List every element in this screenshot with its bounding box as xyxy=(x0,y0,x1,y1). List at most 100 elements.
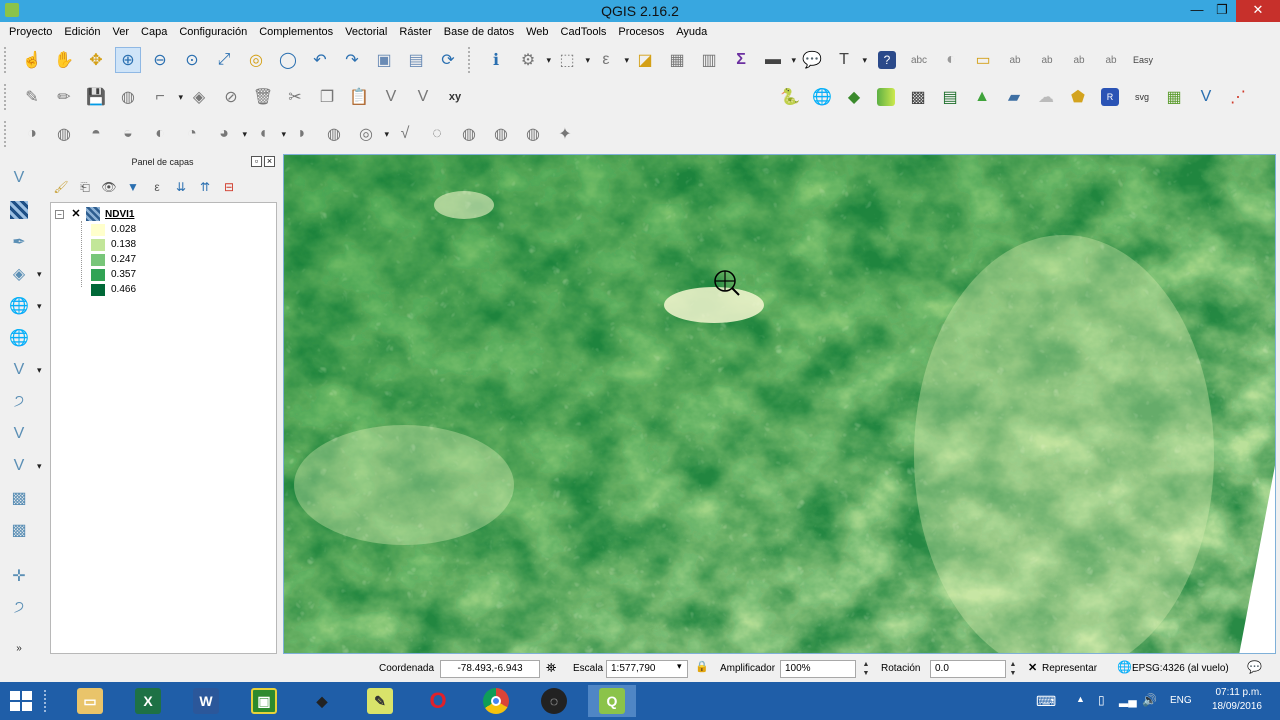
file-explorer-icon[interactable]: ▭ xyxy=(66,685,114,717)
grid-plugin-icon[interactable]: ▦ xyxy=(1161,84,1187,110)
gps-icon[interactable]: ✛ xyxy=(7,564,31,588)
network-plugin-icon[interactable]: ⋰ xyxy=(1225,84,1251,110)
merge-features-icon[interactable]: ◎ xyxy=(353,121,389,147)
field-calculator-icon[interactable]: ▥ xyxy=(696,47,722,73)
menu-capa[interactable]: Capa xyxy=(135,26,173,38)
pin-labels-icon[interactable]: ▭ xyxy=(970,47,996,73)
copy-features-icon[interactable]: ❐ xyxy=(314,84,340,110)
crs-globe-icon[interactable]: 🌐 xyxy=(1117,660,1132,674)
add-wms-icon[interactable]: 🌐 xyxy=(7,294,42,318)
menu-complementos[interactable]: Complementos xyxy=(253,26,339,38)
magnifier-spin-arrows-icon[interactable]: ▲ ▼ xyxy=(860,660,872,678)
zoom-to-layer-icon[interactable]: ◯ xyxy=(275,47,301,73)
save-edits-icon[interactable]: 💾 xyxy=(83,84,109,110)
rotation-spin-arrows-icon[interactable]: ▲ ▼ xyxy=(1007,660,1019,678)
digitize-vertex-icon[interactable]: V xyxy=(378,84,404,110)
zoom-next-icon[interactable]: ↷ xyxy=(339,47,365,73)
filter-legend-icon[interactable]: ▼ xyxy=(124,178,142,196)
zoom-last-icon[interactable]: ↶ xyxy=(307,47,333,73)
toggle-extents-icon[interactable]: ⛯ xyxy=(546,660,556,676)
maximize-button[interactable]: ❐ xyxy=(1208,0,1236,22)
panel-close-button[interactable]: × xyxy=(264,156,275,167)
keyboard-icon[interactable]: ⌨ xyxy=(1036,682,1066,720)
select-by-expression-icon[interactable]: ε xyxy=(593,47,629,73)
current-edits-icon[interactable]: ✎ xyxy=(19,84,45,110)
zoom-in-icon[interactable]: ⊕ xyxy=(115,47,141,73)
menu-procesos[interactable]: Procesos xyxy=(612,26,670,38)
rgis-icon[interactable]: R xyxy=(1097,84,1123,110)
scale-dropdown-icon[interactable]: ▾ xyxy=(677,661,682,672)
merge-attributes-icon[interactable]: ◍ xyxy=(456,121,482,147)
filter-expression-icon[interactable]: ε xyxy=(148,178,166,196)
add-group-icon[interactable]: ⎗ xyxy=(76,178,94,196)
show-hide-labels-icon[interactable]: ab xyxy=(1002,47,1028,73)
menu-edicion[interactable]: Edición xyxy=(58,26,106,38)
raster-layer-icon[interactable] xyxy=(873,84,899,110)
new-shapefile-icon[interactable]: V xyxy=(7,422,31,446)
snapping-icon[interactable]: V xyxy=(410,84,436,110)
reshape-features-icon[interactable]: ◕ xyxy=(211,121,247,147)
terrain-profile-icon[interactable]: ▲ xyxy=(969,84,995,110)
add-wcs-icon[interactable]: 🌐 xyxy=(7,326,31,350)
menu-raster[interactable]: Ráster xyxy=(393,26,437,38)
mmqgis-icon[interactable]: ▤ xyxy=(937,84,963,110)
openlayers-globe-icon[interactable]: 🌐 xyxy=(809,84,835,110)
add-wfs-icon[interactable]: V xyxy=(7,358,42,382)
pan-hand-icon[interactable]: ✋ xyxy=(51,47,77,73)
remove-layer-icon[interactable]: ⊟ xyxy=(220,178,238,196)
text-annotation-icon[interactable]: T xyxy=(831,47,867,73)
vector-plugin-icon[interactable]: V xyxy=(1193,84,1219,110)
refresh-icon[interactable]: ⟳ xyxy=(435,47,461,73)
map-canvas[interactable] xyxy=(283,154,1276,654)
split-features-icon[interactable]: ◗ xyxy=(289,121,315,147)
zoom-to-selection-icon[interactable]: ◎ xyxy=(243,47,269,73)
svg-export-icon[interactable]: svg xyxy=(1129,84,1155,110)
system-clock[interactable]: 07:11 p.m. 18/09/2016 xyxy=(1212,686,1262,714)
measure-line-icon[interactable]: ▬ xyxy=(760,47,796,73)
add-feature-icon[interactable]: ◍ xyxy=(115,84,141,110)
deselect-all-icon[interactable]: ◪ xyxy=(632,47,658,73)
show-bookmarks-icon[interactable]: ▤ xyxy=(403,47,429,73)
move-label-icon[interactable]: ab xyxy=(1034,47,1060,73)
manage-visibility-icon[interactable]: 👁 xyxy=(100,178,118,196)
minimize-button[interactable]: — xyxy=(1183,0,1211,22)
change-label-icon[interactable]: ab xyxy=(1098,47,1124,73)
cloud-icon[interactable]: ☁ xyxy=(1033,84,1059,110)
layer-labeling-icon[interactable]: ◐ xyxy=(938,47,964,73)
xy-tools-icon[interactable]: xy xyxy=(442,84,468,110)
rotate-label-icon[interactable]: ab xyxy=(1066,47,1092,73)
trace-icon[interactable]: ◍ xyxy=(520,121,546,147)
menu-ver[interactable]: Ver xyxy=(107,26,136,38)
layer-expander[interactable]: − xyxy=(55,209,64,219)
python-console-icon[interactable]: 🐍 xyxy=(777,84,803,110)
toolbar-grip[interactable] xyxy=(4,84,10,110)
node-tool-icon[interactable]: ◈ xyxy=(186,84,212,110)
show-hidden-icons-icon[interactable]: ▲ xyxy=(1076,682,1088,720)
add-circular-string-icon[interactable]: ◑ xyxy=(19,121,45,147)
network-signal-icon[interactable]: ▂▄ xyxy=(1119,682,1137,720)
menu-proyecto[interactable]: Proyecto xyxy=(3,26,58,38)
speech-bubble-icon[interactable]: 💬 xyxy=(1247,660,1262,674)
layer-styling-icon[interactable]: 🖌 xyxy=(52,178,70,196)
add-raster-plus-icon[interactable]: ▩ xyxy=(7,486,31,510)
delete-selected-icon[interactable]: ⊘ xyxy=(218,84,244,110)
simplify-feature-icon[interactable]: ◌ xyxy=(424,121,450,147)
zoom-native-resolution-icon[interactable]: ⊙ xyxy=(179,47,205,73)
menu-cadtools[interactable]: CadTools xyxy=(555,26,613,38)
touch-zoom-pan-icon[interactable]: ☝ xyxy=(19,47,45,73)
menu-vectorial[interactable]: Vectorial xyxy=(339,26,393,38)
georeferencer-icon[interactable]: ◆ xyxy=(841,84,867,110)
move-feature-icon[interactable]: ⌐ xyxy=(147,84,183,110)
fill-polygon-icon[interactable]: ◍ xyxy=(488,121,514,147)
magnifier-spinbox[interactable]: 100% xyxy=(780,660,856,678)
add-spatialite-icon[interactable]: ◈ xyxy=(7,262,42,286)
add-delimited-text-icon[interactable]: ✒ xyxy=(7,230,31,254)
add-gps-layer-icon[interactable]: ੭ xyxy=(7,596,31,620)
toggle-editing-icon[interactable]: ✏ xyxy=(51,84,77,110)
add-virtual-layer-icon[interactable]: ੭ xyxy=(7,390,31,414)
scale-combo[interactable]: 1:577,790 xyxy=(606,660,688,678)
offset-curve-icon[interactable]: ◖ xyxy=(250,121,286,147)
select-features-icon[interactable]: ⬚ xyxy=(554,47,590,73)
add-part-icon[interactable]: ◒ xyxy=(115,121,141,147)
shield-plugin-icon[interactable]: ⬟ xyxy=(1065,84,1091,110)
